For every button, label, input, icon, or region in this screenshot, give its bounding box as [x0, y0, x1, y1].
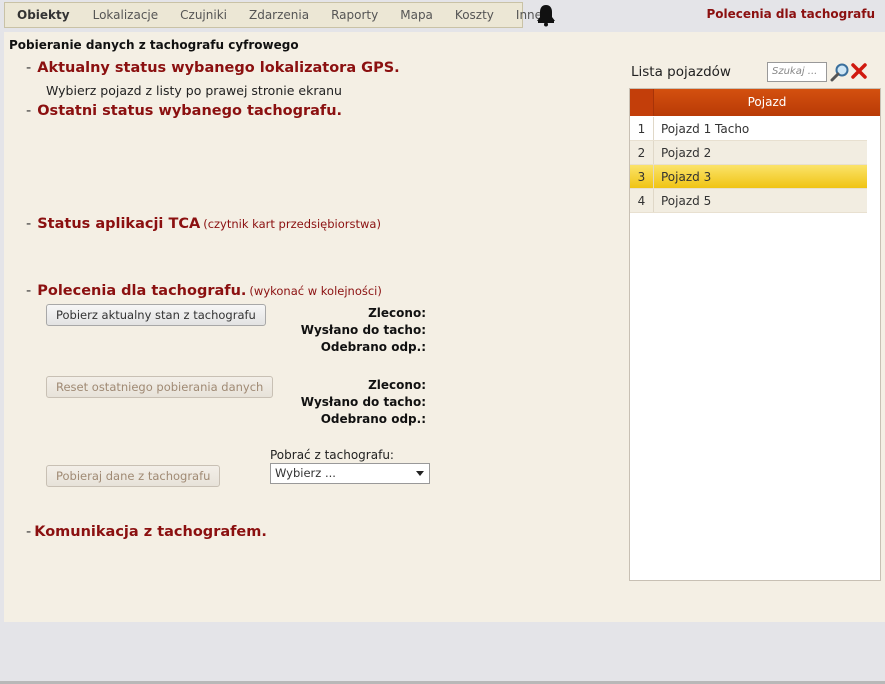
vehicle-search-input[interactable]: Szukaj ...	[767, 62, 827, 82]
vehicle-row-selected[interactable]: 3 Pojazd 3	[630, 165, 867, 189]
section-comm-title: Komunikacja z tachografem.	[34, 524, 267, 540]
section-last-status: - Ostatni status wybanego tachografu.	[26, 103, 342, 119]
nav-obiekty[interactable]: Obiekty	[5, 3, 82, 27]
nav-zdarzenia[interactable]: Zdarzenia	[238, 3, 320, 27]
vehicle-row[interactable]: 2 Pojazd 2	[630, 141, 867, 165]
vehicle-row-num: 4	[630, 189, 654, 212]
bell-icon[interactable]	[534, 3, 558, 27]
vehicle-row-num: 1	[630, 117, 654, 140]
section-commands: - Polecenia dla tachografu. (wykonać w kol…	[26, 283, 382, 299]
page-title: Pobieranie danych z tachografu cyfrowego	[9, 38, 299, 52]
vehicle-row-num: 2	[630, 141, 654, 164]
vehicle-grid-header: Pojazd	[630, 89, 880, 116]
section-dash: -	[26, 60, 32, 76]
nav-koszty[interactable]: Koszty	[444, 3, 505, 27]
section-commands-note: (wykonać w kolejności)	[249, 284, 382, 298]
vehicle-row[interactable]: 1 Pojazd 1 Tacho	[630, 117, 867, 141]
ordered-label-1: Zlecono:	[368, 306, 426, 320]
section-tca-title: Status aplikacji TCA	[37, 216, 201, 232]
page-header-title: Polecenia dla tachografu	[706, 7, 875, 21]
nav-czujniki[interactable]: Czujniki	[169, 3, 238, 27]
section-gps-title: Aktualny status wybanego lokalizatora GP…	[37, 60, 400, 76]
sent-label-2: Wysłano do tacho:	[300, 395, 426, 409]
grid-header-num	[630, 89, 654, 116]
section-gps-status: - Aktualny status wybanego lokalizatora G…	[26, 60, 400, 76]
vehicle-row-num: 3	[630, 165, 654, 188]
top-nav: Obiekty Lokalizacje Czujniki Zdarzenia R…	[4, 2, 542, 28]
section-dash: -	[26, 283, 32, 299]
section-dash: -	[26, 103, 32, 119]
received-label-2: Odebrano odp.:	[320, 412, 426, 426]
fetch-from-tacho-label: Pobrać z tachografu:	[270, 448, 394, 462]
section-dash: -	[26, 216, 32, 232]
chevron-down-icon	[416, 471, 424, 476]
close-icon[interactable]	[850, 62, 868, 80]
vehicle-grid: Pojazd 1 Pojazd 1 Tacho 2 Pojazd 2 3 Poj…	[629, 88, 881, 581]
sent-label-1: Wysłano do tacho:	[300, 323, 426, 337]
grid-header-vehicle[interactable]: Pojazd	[654, 89, 880, 116]
nav-lokalizacje[interactable]: Lokalizacje	[82, 3, 170, 27]
section-last-title: Ostatni status wybanego tachografu.	[37, 103, 343, 119]
main-panel: Pobieranie danych z tachografu cyfrowego…	[4, 32, 885, 622]
vehicle-row[interactable]: 4 Pojazd 5	[630, 189, 867, 213]
vehicle-row-name: Pojazd 5	[661, 194, 712, 208]
select-vehicle-hint: Wybierz pojazd z listy po prawej stronie…	[46, 83, 342, 98]
search-icon[interactable]	[830, 62, 850, 82]
fetch-type-value: Wybierz ...	[275, 466, 336, 480]
received-label-1: Odebrano odp.:	[320, 340, 426, 354]
nav-mapa[interactable]: Mapa	[389, 3, 444, 27]
vehicle-row-name: Pojazd 2	[661, 146, 712, 160]
ordered-label-2: Zlecono:	[368, 378, 426, 392]
section-tca-status: - Status aplikacji TCA (czytnik kart przed…	[26, 216, 381, 232]
section-commands-title: Polecenia dla tachografu.	[37, 283, 247, 299]
vehicle-list-title: Lista pojazdów	[631, 64, 731, 80]
section-dash: -	[26, 524, 32, 540]
section-tca-note: (czytnik kart przedsiębiorstwa)	[203, 217, 381, 231]
vehicle-row-name: Pojazd 3	[661, 170, 712, 184]
vehicle-row-name: Pojazd 1 Tacho	[661, 122, 750, 136]
fetch-type-select[interactable]: Wybierz ...	[270, 463, 430, 484]
nav-raporty[interactable]: Raporty	[320, 3, 389, 27]
fetch-data-button[interactable]: Pobieraj dane z tachografu	[46, 465, 221, 487]
section-communication: - Komunikacja z tachografem.	[26, 524, 267, 540]
